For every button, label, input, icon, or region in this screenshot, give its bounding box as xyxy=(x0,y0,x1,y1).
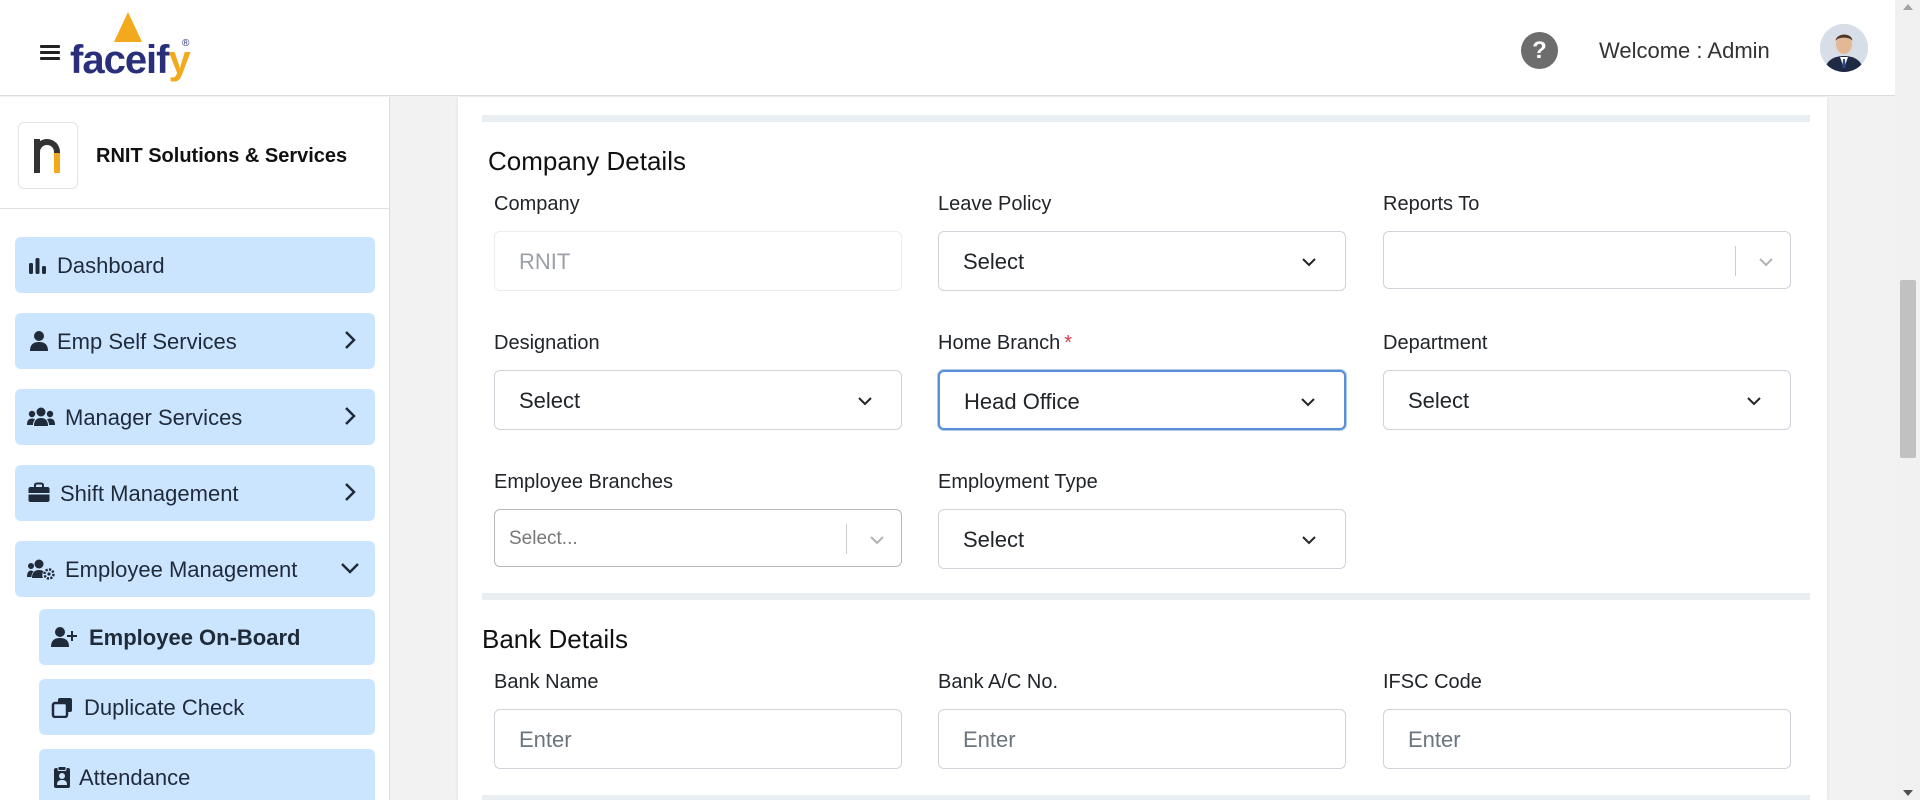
designation-value: Select xyxy=(519,388,581,413)
home-branch-select[interactable]: Head Office xyxy=(938,370,1346,430)
chevron-right-icon xyxy=(345,331,356,349)
help-icon[interactable]: ? xyxy=(1521,32,1558,69)
chevron-right-icon xyxy=(345,483,356,501)
employee-branches-label: Employee Branches xyxy=(494,471,673,493)
page-scrollbar[interactable] xyxy=(1895,0,1920,800)
sidebar-item-label: Manager Services xyxy=(65,405,243,430)
designation-select[interactable]: Select xyxy=(494,370,902,430)
company-field: RNIT xyxy=(494,231,902,291)
company-value: RNIT xyxy=(519,249,571,274)
sidebar-item-manager-services[interactable]: Manager Services xyxy=(15,389,375,445)
section-divider xyxy=(482,795,1810,800)
section-divider xyxy=(482,115,1810,122)
sidebar-item-label: Attendance xyxy=(79,765,191,790)
bank-name-input[interactable]: Enter xyxy=(494,709,902,769)
sidebar-item-label: Emp Self Services xyxy=(57,329,237,354)
account-no-input[interactable]: Enter xyxy=(938,709,1346,769)
sidebar-item-label: Employee On-Board xyxy=(89,625,301,650)
bar-chart-icon xyxy=(29,258,46,274)
designation-label: Designation xyxy=(494,332,600,354)
department-select[interactable]: Select xyxy=(1383,370,1791,430)
users-icon xyxy=(27,407,55,426)
reports-to-label: Reports To xyxy=(1383,193,1480,215)
org-name: RNIT Solutions & Services xyxy=(96,145,348,167)
logo-registered-mark: ® xyxy=(182,38,190,49)
sidebar-item-label: Duplicate Check xyxy=(84,695,245,720)
sidebar-item-emp-self-services[interactable]: Emp Self Services xyxy=(15,313,375,369)
hamburger-menu-icon[interactable] xyxy=(40,45,60,61)
scroll-down-icon[interactable] xyxy=(1903,790,1913,796)
avatar-portrait-icon xyxy=(1820,24,1868,72)
sidebar-item-shift-management[interactable]: Shift Management xyxy=(15,465,375,521)
employee-branches-placeholder: Select... xyxy=(509,528,578,549)
bank-details-title: Bank Details xyxy=(482,624,628,654)
user-avatar[interactable] xyxy=(1820,24,1868,72)
department-label: Department xyxy=(1383,332,1488,354)
ifsc-input[interactable]: Enter xyxy=(1383,709,1791,769)
account-no-label: Bank A/C No. xyxy=(938,671,1059,693)
reports-to-select[interactable] xyxy=(1383,231,1791,289)
section-divider xyxy=(482,593,1810,600)
sidebar-item-label: Dashboard xyxy=(57,253,165,278)
chevron-down-icon xyxy=(1747,397,1761,406)
chevron-down-icon xyxy=(1302,536,1316,545)
chevron-right-icon xyxy=(345,407,356,425)
sidebar: RNIT Solutions & Services Dashboard Emp … xyxy=(0,97,390,800)
logo-wordmark: faceify xyxy=(70,38,191,82)
account-no-placeholder: Enter xyxy=(963,727,1016,752)
chevron-down-icon xyxy=(870,536,884,545)
leave-policy-label: Leave Policy xyxy=(938,193,1052,215)
sidebar-item-label: Employee Management xyxy=(65,557,298,582)
department-value: Select xyxy=(1408,388,1470,413)
employee-branches-select[interactable]: Select... xyxy=(494,509,902,567)
employment-type-value: Select xyxy=(963,527,1025,552)
briefcase-icon xyxy=(28,482,50,502)
sidebar-item-attendance[interactable]: Attendance xyxy=(39,749,375,800)
leave-policy-value: Select xyxy=(963,249,1025,274)
ifsc-placeholder: Enter xyxy=(1408,727,1461,752)
sidebar-item-employee-on-board[interactable]: Employee On-Board xyxy=(39,609,375,665)
chevron-down-icon xyxy=(1302,258,1316,267)
bank-name-label: Bank Name xyxy=(494,671,599,693)
bank-name-placeholder: Enter xyxy=(519,727,572,752)
chevron-down-icon xyxy=(341,563,359,574)
sidebar-item-duplicate-check[interactable]: Duplicate Check xyxy=(39,679,375,735)
scroll-up-icon[interactable] xyxy=(1903,4,1913,10)
welcome-text: Welcome : Admin xyxy=(1599,38,1770,63)
ifsc-label: IFSC Code xyxy=(1383,671,1482,693)
required-mark: * xyxy=(1064,332,1073,354)
select-separator xyxy=(1735,246,1736,276)
org-logo xyxy=(18,122,78,189)
person-icon xyxy=(30,331,48,351)
clipboard-user-icon xyxy=(54,766,70,788)
chevron-down-icon xyxy=(1301,398,1315,407)
company-details-title: Company Details xyxy=(488,146,686,176)
onboard-form: Company Details Company RNIT Leave Polic… xyxy=(458,97,1827,800)
user-plus-icon xyxy=(51,627,77,647)
employment-type-label: Employment Type xyxy=(938,471,1098,493)
sidebar-item-dashboard[interactable]: Dashboard xyxy=(15,237,375,293)
org-header: RNIT Solutions & Services xyxy=(0,97,390,209)
users-gear-icon xyxy=(27,559,55,580)
scroll-thumb[interactable] xyxy=(1900,280,1916,458)
copy-icon xyxy=(51,698,72,718)
top-bar: faceify ® ? Welcome : Admin xyxy=(0,0,1895,96)
chevron-down-icon xyxy=(1759,258,1773,267)
leave-policy-select[interactable]: Select xyxy=(938,231,1346,291)
select-separator xyxy=(846,524,847,554)
sidebar-item-label: Shift Management xyxy=(60,481,239,506)
faceify-logo[interactable]: faceify ® xyxy=(70,12,200,84)
sidebar-item-employee-management[interactable]: Employee Management xyxy=(15,541,375,597)
home-branch-value: Head Office xyxy=(964,389,1080,414)
employment-type-select[interactable]: Select xyxy=(938,509,1346,569)
home-branch-label: Home Branch * xyxy=(938,332,1073,354)
company-label: Company xyxy=(494,193,580,215)
chevron-down-icon xyxy=(858,397,872,406)
